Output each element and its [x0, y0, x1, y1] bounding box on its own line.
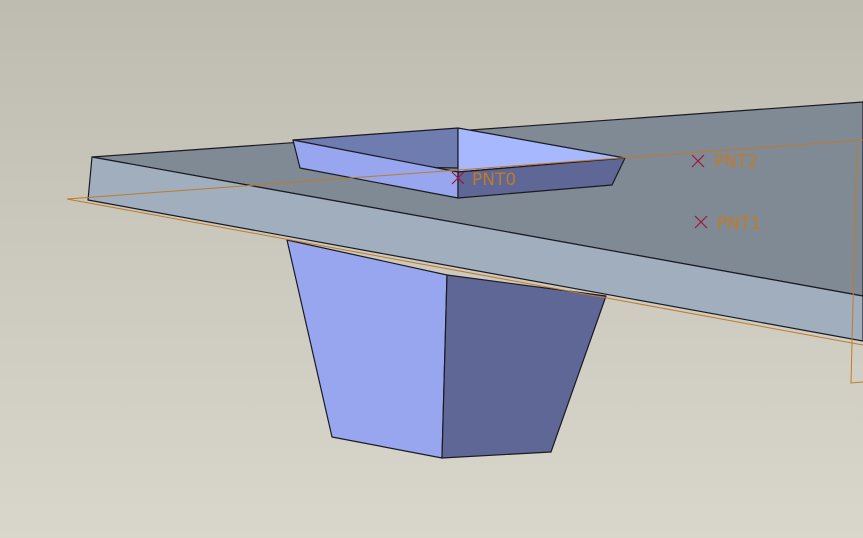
- model-canvas[interactable]: PNT0 PNT2 PNT1: [0, 0, 863, 538]
- 3d-model-viewport[interactable]: PNT0 PNT2 PNT1: [0, 0, 863, 538]
- leg-right-face[interactable]: [441, 274, 607, 459]
- point-label: PNT0: [472, 170, 516, 190]
- point-label: PNT2: [714, 152, 758, 172]
- point-label: PNT1: [717, 214, 761, 234]
- leg-left-face[interactable]: [286, 239, 448, 459]
